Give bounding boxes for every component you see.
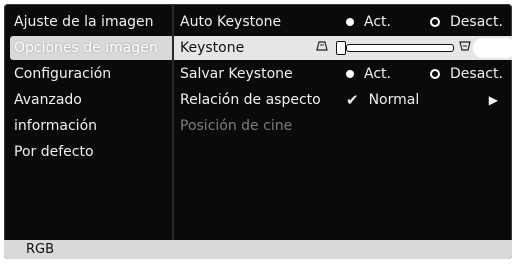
relacion-aspecto-label: Relación de aspecto — [180, 92, 321, 108]
menu-item-informacion[interactable]: información — [10, 114, 174, 138]
keystone-label: Keystone — [180, 40, 245, 56]
keystone-value-indicator — [473, 38, 512, 58]
menu-item-opciones-imagen[interactable]: Opciones de imagen — [10, 36, 174, 60]
keystone-narrow-bottom-icon — [459, 41, 471, 51]
salvar-keystone-on-option[interactable]: Act. — [346, 62, 391, 86]
keystone-row[interactable]: Keystone — [174, 36, 512, 60]
options-panel: Auto Keystone Act. Desact. Keystone Salv… — [174, 4, 512, 240]
auto-keystone-row[interactable]: Auto Keystone Act. Desact. — [174, 10, 512, 34]
auto-keystone-on-label: Act. — [364, 14, 391, 30]
relacion-aspecto-value[interactable]: ✔ Normal — [346, 88, 419, 112]
osd-menu: Ajuste de la imagen Opciones de imagen C… — [0, 0, 520, 267]
radio-selected-icon — [346, 70, 354, 78]
keystone-slider[interactable] — [316, 38, 512, 58]
radio-selected-icon — [346, 18, 354, 26]
relacion-aspecto-row[interactable]: Relación de aspecto ✔ Normal ▶ — [174, 88, 512, 112]
menu-item-avanzado[interactable]: Avanzado — [10, 88, 174, 112]
auto-keystone-off-option[interactable]: Desact. — [430, 10, 503, 34]
posicion-cine-row: Posición de cine — [174, 114, 512, 138]
submenu-arrow-icon[interactable]: ▶ — [489, 88, 498, 112]
radio-unselected-icon — [430, 17, 440, 27]
salvar-keystone-on-label: Act. — [364, 66, 391, 82]
auto-keystone-off-label: Desact. — [450, 14, 503, 30]
checkmark-icon: ✔ — [346, 91, 359, 109]
salvar-keystone-off-option[interactable]: Desact. — [430, 62, 503, 86]
input-source-label: RGB — [26, 242, 55, 257]
keystone-narrow-top-icon — [316, 41, 328, 51]
keystone-slider-track[interactable] — [346, 44, 454, 52]
keystone-slider-knob[interactable] — [336, 41, 346, 55]
menu-item-configuracion[interactable]: Configuración — [10, 62, 174, 86]
salvar-keystone-row[interactable]: Salvar Keystone Act. Desact. — [174, 62, 512, 86]
auto-keystone-label: Auto Keystone — [180, 14, 282, 30]
auto-keystone-on-option[interactable]: Act. — [346, 10, 391, 34]
main-menu: Ajuste de la imagen Opciones de imagen C… — [4, 4, 174, 240]
salvar-keystone-label: Salvar Keystone — [180, 66, 293, 82]
menu-item-ajuste-imagen[interactable]: Ajuste de la imagen — [10, 10, 174, 34]
radio-unselected-icon — [430, 69, 440, 79]
menu-item-por-defecto[interactable]: Por defecto — [10, 140, 174, 164]
relacion-aspecto-value-label: Normal — [368, 92, 420, 108]
posicion-cine-label: Posición de cine — [180, 118, 293, 134]
salvar-keystone-off-label: Desact. — [450, 66, 503, 82]
status-bar: RGB — [4, 240, 512, 259]
menu-frame: Ajuste de la imagen Opciones de imagen C… — [4, 4, 512, 259]
